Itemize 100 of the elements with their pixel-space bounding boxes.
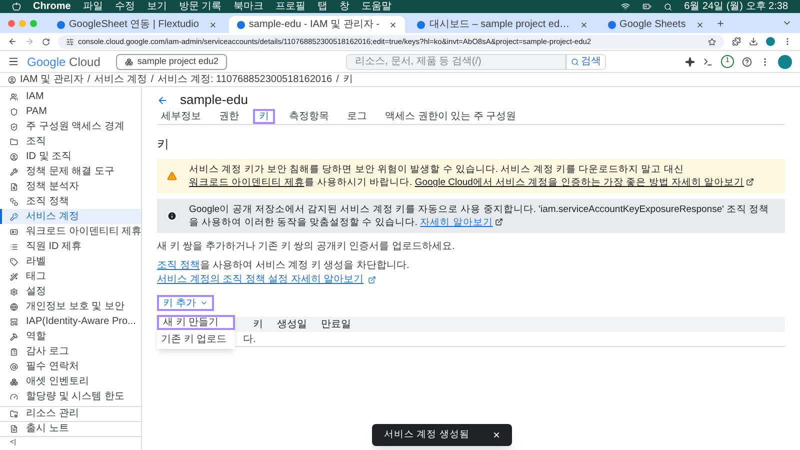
sparkle-icon[interactable] <box>685 56 695 66</box>
policy-more-link[interactable]: 서비스 계정의 조직 정책 설정 자세히 알아보기 <box>157 272 364 287</box>
sidebar-item[interactable]: 출시 노트 <box>0 422 141 437</box>
browser-tab[interactable]: Google Sheets <box>600 16 712 33</box>
menu-item[interactable]: 도움말 <box>362 2 392 12</box>
text-link[interactable]: 자세히 알아보기 <box>420 217 493 228</box>
menu-item[interactable]: 프로필 <box>276 2 306 12</box>
download-icon[interactable] <box>749 37 758 46</box>
close-icon[interactable] <box>208 20 217 28</box>
iam-icon <box>8 76 16 84</box>
close-button[interactable]: × <box>492 426 500 444</box>
sidebar-item[interactable]: 정책 분석자 <box>0 179 141 194</box>
sidebar-item[interactable]: PAM <box>0 104 141 119</box>
banner-text: 서비스 계정 키가 보안 침해를 당하면 보안 위험이 발생할 수 있습니다. 서비스 계정 키를 다운로드하지 말고 대신 워크로드 아이덴티티 제휴를 사용하시기 바랍니다. Google Cloud에서 서비스 계정을 인증하는 가장 좋은 방법 자세히 알아보기 <box>189 163 775 189</box>
sidebar-item[interactable]: 조직 <box>0 134 141 149</box>
wifi-icon[interactable] <box>621 2 630 11</box>
page-tab[interactable]: 키 <box>253 109 275 124</box>
sidebar-item[interactable]: 조직 정책 <box>0 194 141 209</box>
close-icon[interactable] <box>580 20 588 28</box>
search-icon[interactable] <box>664 2 672 10</box>
project-icon <box>125 58 134 66</box>
close-icon[interactable] <box>389 20 398 28</box>
page-tab[interactable]: 액세스 권한이 있는 주 구성원 <box>381 109 520 124</box>
site-info-icon[interactable] <box>66 38 74 46</box>
breadcrumb-separator: / <box>87 74 90 84</box>
reload-icon[interactable] <box>42 38 50 46</box>
sidebar-item[interactable]: 직원 ID 제휴 <box>0 239 141 254</box>
text-link[interactable]: 워크로드 아이덴티티 제휴 <box>189 177 304 188</box>
sidebar-item[interactable]: 필수 연락처 <box>0 359 141 374</box>
menu-item[interactable]: 보기 <box>146 2 167 12</box>
extensions-icon[interactable] <box>732 37 741 46</box>
apple-icon[interactable] <box>12 2 21 11</box>
back-icon[interactable] <box>8 37 17 46</box>
google-cloud-logo[interactable]: Google Cloud <box>27 52 100 70</box>
help-icon[interactable] <box>742 56 752 66</box>
breadcrumb-item[interactable]: IAM 및 관리자 <box>20 74 84 84</box>
menu-item[interactable]: 방문 기록 <box>178 2 222 12</box>
sidebar-icon <box>10 362 18 370</box>
column-header: 키 <box>253 318 263 332</box>
menu-item[interactable]: 수정 <box>114 2 135 12</box>
menu-item[interactable]: 북마크 <box>234 2 264 12</box>
page-title: sample-edu <box>180 91 248 110</box>
bookmark-star-icon[interactable] <box>708 38 716 46</box>
sidebar-item[interactable]: 태그 <box>0 269 141 284</box>
search-field[interactable]: 리소스, 문서, 제품 등 검색(/) <box>346 54 566 70</box>
profile-avatar[interactable] <box>766 37 775 46</box>
sidebar-item[interactable]: 개인정보 보호 및 보안 <box>0 299 141 314</box>
policy-link[interactable]: 조직 정책 <box>157 260 200 271</box>
sidebar-icon <box>10 212 18 220</box>
sidebar-item[interactable]: IAM <box>0 89 141 104</box>
toast-message: 서비스 계정 생성됨 <box>384 428 470 442</box>
sidebar-icon <box>10 152 18 160</box>
menu-item[interactable]: 탭 <box>318 2 328 12</box>
browser-tab[interactable]: GoogleSheet 연동 | Flextudio <box>49 16 225 33</box>
text-link[interactable]: Google Cloud에서 서비스 계정을 인증하는 가장 좋은 방법 자세히 알아보기 <box>414 177 744 188</box>
breadcrumb-item[interactable]: 서비스 계정 <box>94 74 147 84</box>
sidebar-item[interactable]: 설정 <box>0 284 141 299</box>
page-tab[interactable]: 권한 <box>215 109 243 124</box>
menu-item[interactable]: 창 <box>340 2 350 12</box>
sidebar-item[interactable]: 서비스 계정 <box>0 209 141 224</box>
sidebar-item[interactable]: 주 구성원 액세스 경계 <box>0 119 141 134</box>
sidebar-item[interactable]: 워크로드 아이덴티티 제휴 <box>0 224 141 239</box>
page-tab[interactable]: 로그 <box>343 109 371 124</box>
sidebar-item[interactable]: 할당량 및 시스템 한도 <box>0 389 141 404</box>
add-key-button[interactable]: 키 추가 <box>157 295 214 311</box>
menu-item[interactable]: 파일 <box>82 2 103 12</box>
browser-tab[interactable]: sample-edu - IAM 및 관리자 - <box>228 16 406 33</box>
sidebar-item[interactable]: 애셋 인벤토리 <box>0 374 141 389</box>
app-name[interactable]: Chrome <box>33 2 71 12</box>
sidebar-item[interactable]: IAP(Identity-Aware Pro... <box>0 314 141 329</box>
sidebar-icon <box>10 198 18 206</box>
battery-icon[interactable] <box>642 2 652 11</box>
close-icon[interactable] <box>696 20 704 28</box>
sidebar-icon <box>10 332 18 340</box>
menu-item[interactable]: 기존 키 업로드 <box>157 332 235 347</box>
menu-icon[interactable] <box>8 56 19 67</box>
sidebar-item[interactable]: 정책 문제 해결 도구 <box>0 164 141 179</box>
sidebar-icon <box>10 425 18 433</box>
sidebar-item[interactable]: ID 및 조직 <box>0 149 141 164</box>
clock[interactable]: 6월 24일 (월) 오후 2:38 <box>684 2 788 12</box>
table-cell-text: 다. <box>243 332 256 346</box>
browser-tab[interactable]: 대시보드 – sample project ed… <box>409 16 596 33</box>
breadcrumb-item[interactable]: 서비스 계정: 110768852300518162016 <box>158 74 332 84</box>
sidebar-icon <box>10 182 18 190</box>
page-tab[interactable]: 측정항목 <box>285 109 333 124</box>
terminal-icon[interactable] <box>703 56 713 66</box>
sidebar-item[interactable]: 라벨 <box>0 254 141 269</box>
breadcrumb-item[interactable]: 키 <box>342 74 353 84</box>
info-icon <box>167 211 177 221</box>
search-button[interactable]: 검색 <box>566 54 606 70</box>
back-icon[interactable] <box>157 94 168 106</box>
user-avatar[interactable] <box>778 54 792 68</box>
page-tab[interactable]: 세부정보 <box>157 109 205 124</box>
sidebar-item[interactable]: 리소스 관리 <box>0 407 141 422</box>
menu-item[interactable]: 새 키 만들기 <box>157 315 235 330</box>
project-picker[interactable]: sample project edu2 <box>116 54 228 70</box>
new-tab-icon[interactable] <box>716 18 725 28</box>
search-icon <box>571 58 580 66</box>
sidebar-item[interactable]: 역할 <box>0 329 141 344</box>
sidebar-item[interactable]: 감사 로그 <box>0 344 141 359</box>
